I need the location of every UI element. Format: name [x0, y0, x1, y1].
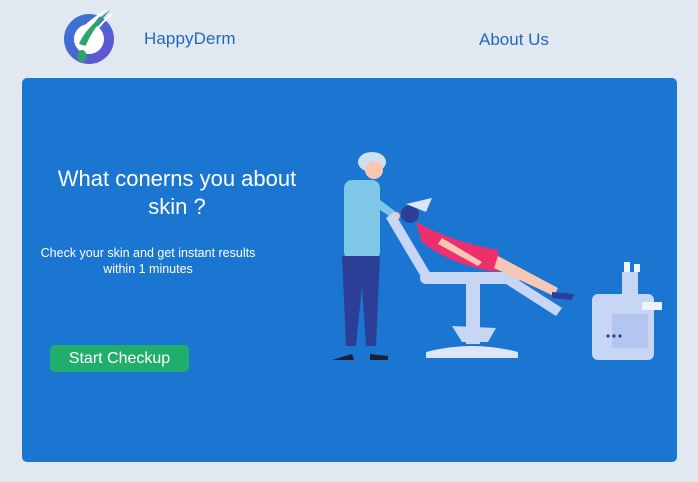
hero-headline: What conerns you about skin ?	[57, 166, 297, 219]
nav-about-us-link[interactable]: About Us	[479, 30, 549, 50]
hero-panel: What conerns you about skin ? Check your…	[22, 78, 677, 462]
hair-follicle-logo-icon[interactable]	[60, 6, 120, 68]
top-header: HappyDerm About Us	[0, 0, 698, 78]
start-checkup-button[interactable]: Start Checkup	[50, 345, 189, 372]
dermatologist-patient-illustration	[322, 146, 664, 376]
brand-name[interactable]: HappyDerm	[144, 29, 236, 49]
hero-subtext: Check your skin and get instant results …	[40, 246, 256, 276]
